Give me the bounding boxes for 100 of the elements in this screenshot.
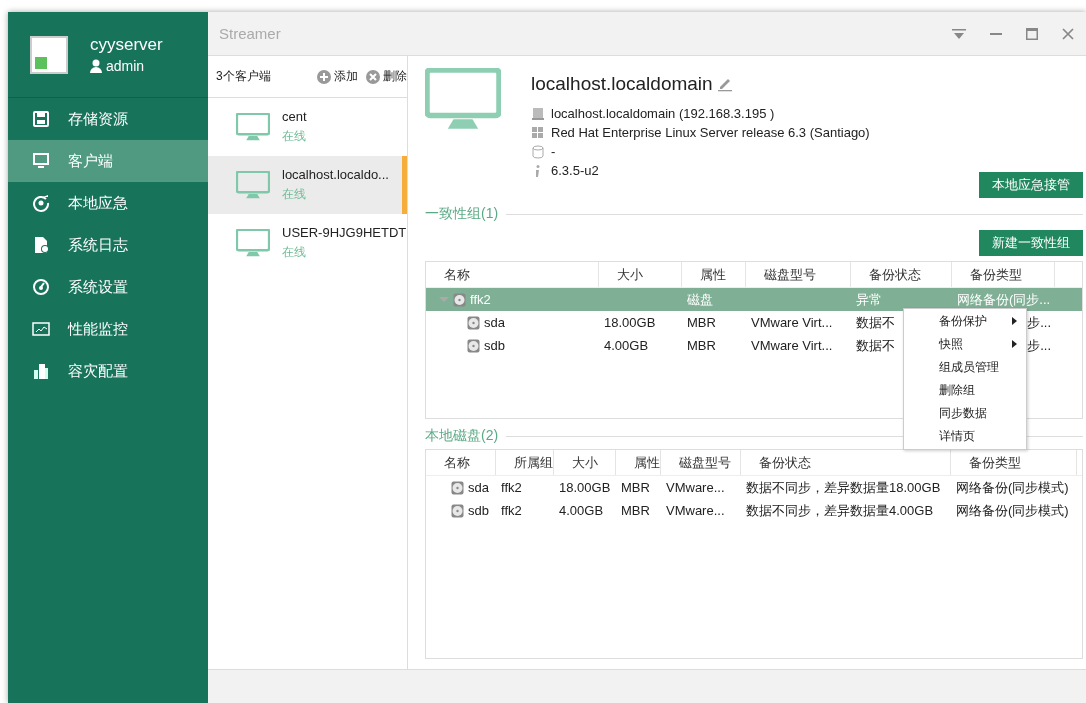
monitor-icon — [425, 68, 501, 129]
table-cell: 数据不 — [856, 314, 895, 330]
close-icon[interactable] — [1062, 27, 1074, 40]
nav-item[interactable]: 本地应急 — [8, 182, 208, 224]
disk-name: sdb — [484, 338, 505, 353]
client-name: USER-9HJG9HETDT — [282, 225, 407, 240]
table-cell: 数据不同步，差异数据量4.00GB — [746, 502, 934, 518]
document-icon — [32, 236, 50, 254]
circular-arrow-icon — [32, 194, 50, 212]
column-header: 磁盘型号 — [661, 450, 741, 475]
client-status: 在线 — [282, 128, 307, 145]
column-header: 大小 — [599, 262, 682, 287]
monitor-icon — [32, 152, 50, 170]
column-header: 备份状态 — [851, 262, 952, 287]
menu-item[interactable]: 快照 — [904, 333, 1026, 356]
disk-icon — [451, 503, 464, 518]
column-header: 名称 — [426, 262, 599, 287]
nav-item[interactable]: 存储资源 — [8, 98, 208, 140]
client-name: localhost.localdo... — [282, 167, 389, 182]
client-name: cent — [282, 109, 307, 124]
column-header: 名称 — [426, 450, 496, 475]
server-icon — [531, 106, 545, 121]
monitor-icon — [236, 229, 270, 257]
table-cell: ffk2 — [501, 480, 522, 495]
database-icon — [531, 144, 545, 159]
plus-circle-icon — [317, 69, 331, 84]
column-header: 备份类型 — [952, 262, 1055, 287]
disk-icon — [467, 315, 480, 330]
column-header: 属性 — [682, 262, 746, 287]
gauge-icon — [32, 278, 50, 296]
disk-icon — [451, 480, 464, 495]
column-header: 属性 — [616, 450, 661, 475]
menu-item[interactable]: 详情页 — [904, 425, 1026, 448]
logo-icon — [30, 35, 68, 74]
disk-name: sda — [468, 480, 489, 495]
table-cell: VMware Virt... — [751, 315, 833, 330]
info-text: localhost.localdomain (192.168.3.195 ) — [551, 106, 775, 121]
client-item[interactable]: cent 在线 — [208, 98, 407, 156]
client-item[interactable]: localhost.localdo... 在线 — [208, 156, 407, 214]
user-icon — [90, 59, 102, 73]
section-heading: 一致性组(1) — [425, 205, 499, 223]
info-text: - — [551, 144, 556, 159]
table-cell: 异常 — [856, 291, 882, 307]
column-header: 大小 — [554, 450, 616, 475]
grid-icon — [531, 125, 545, 140]
table-cell: MBR — [687, 315, 716, 330]
table-cell: 网络备份(同步... — [957, 291, 1051, 307]
table-cell: 数据不 — [856, 337, 895, 353]
table-cell: 18.00GB — [559, 480, 611, 495]
table-cell: 数据不同步，差异数据量18.00GB — [746, 479, 941, 495]
menu-item[interactable]: 组成员管理 — [904, 356, 1026, 379]
menu-item[interactable]: 删除组 — [904, 379, 1026, 402]
table-cell: 4.00GB — [604, 338, 649, 353]
takeover-button[interactable]: 本地应急接管 — [979, 172, 1083, 198]
table-cell: 18.00GB — [604, 315, 656, 330]
add-link[interactable]: 添加 — [317, 68, 358, 85]
menu-item[interactable]: 同步数据 — [904, 402, 1026, 425]
table-cell: 步... — [1027, 314, 1051, 330]
table-cell: 4.00GB — [559, 503, 604, 518]
nav-item[interactable]: 系统日志 — [8, 224, 208, 266]
disk-icon — [453, 292, 466, 307]
column-header: 所属组 — [496, 450, 554, 475]
x-circle-icon — [366, 69, 380, 84]
table-cell: 步... — [1027, 337, 1051, 353]
disk-name: ffk2 — [470, 292, 491, 307]
client-status: 在线 — [282, 244, 307, 261]
new-group-button[interactable]: 新建一致性组 — [979, 230, 1083, 256]
disk-name: sdb — [468, 503, 489, 518]
nav-item[interactable]: 性能监控 — [8, 308, 208, 350]
table-cell: VMware Virt... — [751, 338, 833, 353]
nav-item[interactable]: 系统设置 — [8, 266, 208, 308]
table-cell: MBR — [621, 503, 650, 518]
server-name: cyyserver — [90, 35, 163, 55]
info-text: 6.3.5-u2 — [551, 163, 599, 178]
table-cell: 磁盘 — [687, 291, 713, 307]
table-cell: MBR — [687, 338, 716, 353]
table-cell: 网络备份(同步模式) — [956, 502, 1069, 518]
client-item[interactable]: USER-9HJG9HETDT 在线 — [208, 214, 407, 272]
monitor-icon — [236, 113, 270, 141]
client-count: 3个客户端 — [216, 68, 272, 85]
section-heading: 本地磁盘(2) — [425, 427, 499, 445]
nav-item[interactable]: 容灾配置 — [8, 350, 208, 392]
user-name: admin — [106, 58, 145, 74]
buildings-icon — [32, 362, 50, 380]
chart-icon — [32, 320, 50, 338]
client-status: 在线 — [282, 186, 307, 203]
pencil-icon[interactable] — [716, 76, 733, 92]
client-title: localhost.localdomain — [531, 73, 713, 95]
dropdown-menu-icon[interactable] — [952, 27, 966, 40]
table-cell: 网络备份(同步模式) — [956, 479, 1069, 495]
column-header: 磁盘型号 — [746, 262, 851, 287]
maximize-icon[interactable] — [1026, 27, 1038, 40]
table-cell: VMware... — [666, 480, 725, 495]
window-title: Streamer — [219, 25, 282, 42]
table-cell: ffk2 — [501, 503, 522, 518]
disk-name: sda — [484, 315, 505, 330]
delete-link[interactable]: 删除 — [366, 68, 407, 85]
menu-item[interactable]: 备份保护 — [904, 310, 1026, 333]
info-text: Red Hat Enterprise Linux Server release 6.3 (Santiago) — [551, 125, 870, 140]
monitor-icon — [236, 171, 270, 199]
